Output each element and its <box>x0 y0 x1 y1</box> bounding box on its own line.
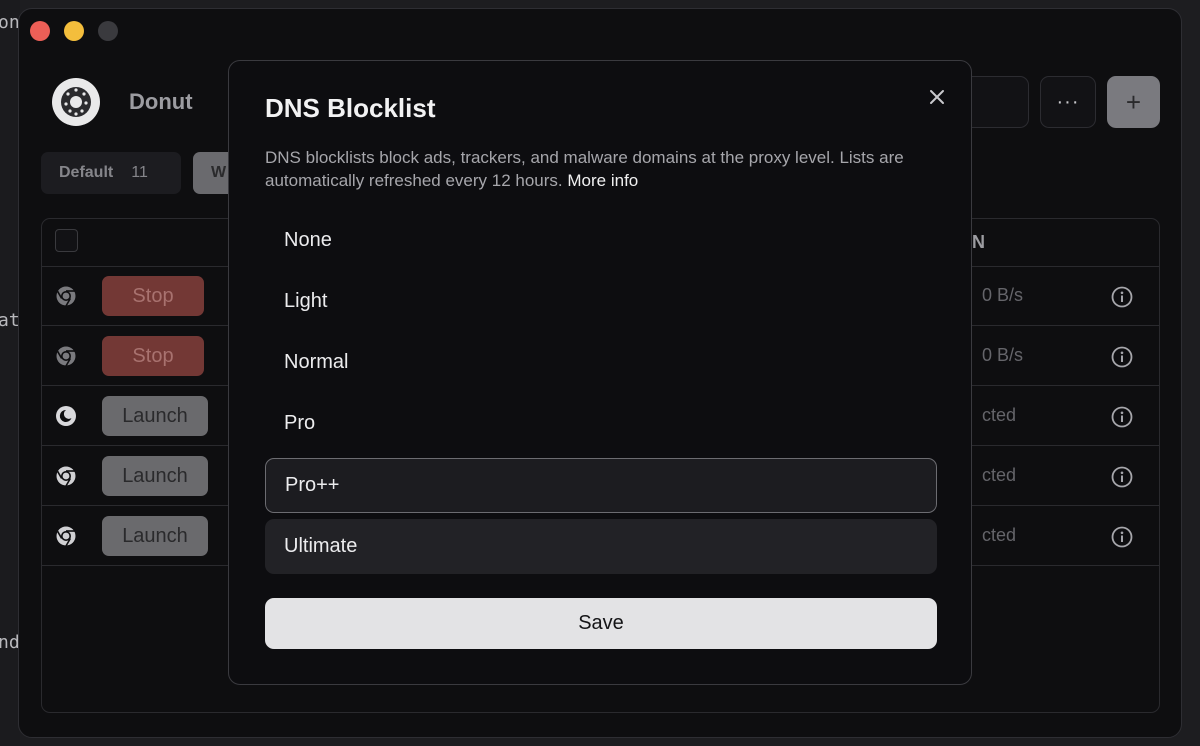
dialog-description: DNS blocklists block ads, trackers, and … <box>265 146 955 192</box>
option-normal[interactable]: Normal <box>265 335 937 390</box>
stop-button[interactable]: Stop <box>102 336 204 376</box>
option-light[interactable]: Light <box>265 274 937 329</box>
launch-button[interactable]: Launch <box>102 396 208 436</box>
chromium-icon <box>56 526 76 547</box>
column-header: N <box>972 232 985 252</box>
select-all-checkbox[interactable] <box>55 229 78 252</box>
save-button[interactable]: Save <box>265 598 937 649</box>
group-tab-label: Default <box>59 164 114 181</box>
option-pro-plus-plus[interactable]: Pro++ <box>265 458 937 513</box>
chromium-icon <box>56 466 76 487</box>
info-icon[interactable] <box>1111 526 1133 548</box>
desktop-text-fragment: nd <box>0 632 20 653</box>
window-minimize-button[interactable] <box>64 21 84 41</box>
info-icon[interactable] <box>1111 346 1133 368</box>
info-icon[interactable] <box>1111 286 1133 308</box>
stop-button[interactable]: Stop <box>102 276 204 316</box>
connection-status: cted <box>982 405 1017 425</box>
option-pro[interactable]: Pro <box>265 396 937 451</box>
add-profile-button[interactable]: + <box>1107 76 1160 128</box>
info-icon[interactable] <box>1111 406 1133 428</box>
option-ultimate[interactable]: Ultimate <box>265 519 937 574</box>
more-options-button[interactable]: ··· <box>1040 76 1096 128</box>
more-info-link[interactable]: More info <box>567 171 638 190</box>
info-icon[interactable] <box>1111 466 1133 488</box>
dialog-title: DNS Blocklist <box>265 93 436 123</box>
dns-blocklist-dialog: DNS Blocklist DNS blocklists block ads, … <box>228 60 972 685</box>
launch-button[interactable]: Launch <box>102 516 208 556</box>
network-speed: 0 B/s <box>982 345 1024 365</box>
group-tab-label: W <box>211 164 227 181</box>
desktop-background: on at nd <box>0 0 20 746</box>
group-count-badge: 11 <box>131 164 148 181</box>
window-close-button[interactable] <box>30 21 50 41</box>
network-speed: 0 B/s <box>982 285 1024 305</box>
close-icon[interactable] <box>923 83 951 111</box>
chromium-icon <box>56 286 76 307</box>
group-tab-default[interactable]: Default 11 <box>41 152 181 194</box>
window-zoom-button[interactable] <box>98 21 118 41</box>
desktop-text-fragment: at <box>0 310 20 331</box>
option-none[interactable]: None <box>265 213 937 268</box>
app-name: Donut <box>129 89 193 114</box>
launch-button[interactable]: Launch <box>102 456 208 496</box>
donut-logo-icon <box>52 78 100 126</box>
desktop-text-fragment: on <box>0 12 20 33</box>
connection-status: cted <box>982 525 1017 545</box>
chromium-icon <box>56 346 76 367</box>
firefox-icon <box>56 406 76 426</box>
connection-status: cted <box>982 465 1017 485</box>
